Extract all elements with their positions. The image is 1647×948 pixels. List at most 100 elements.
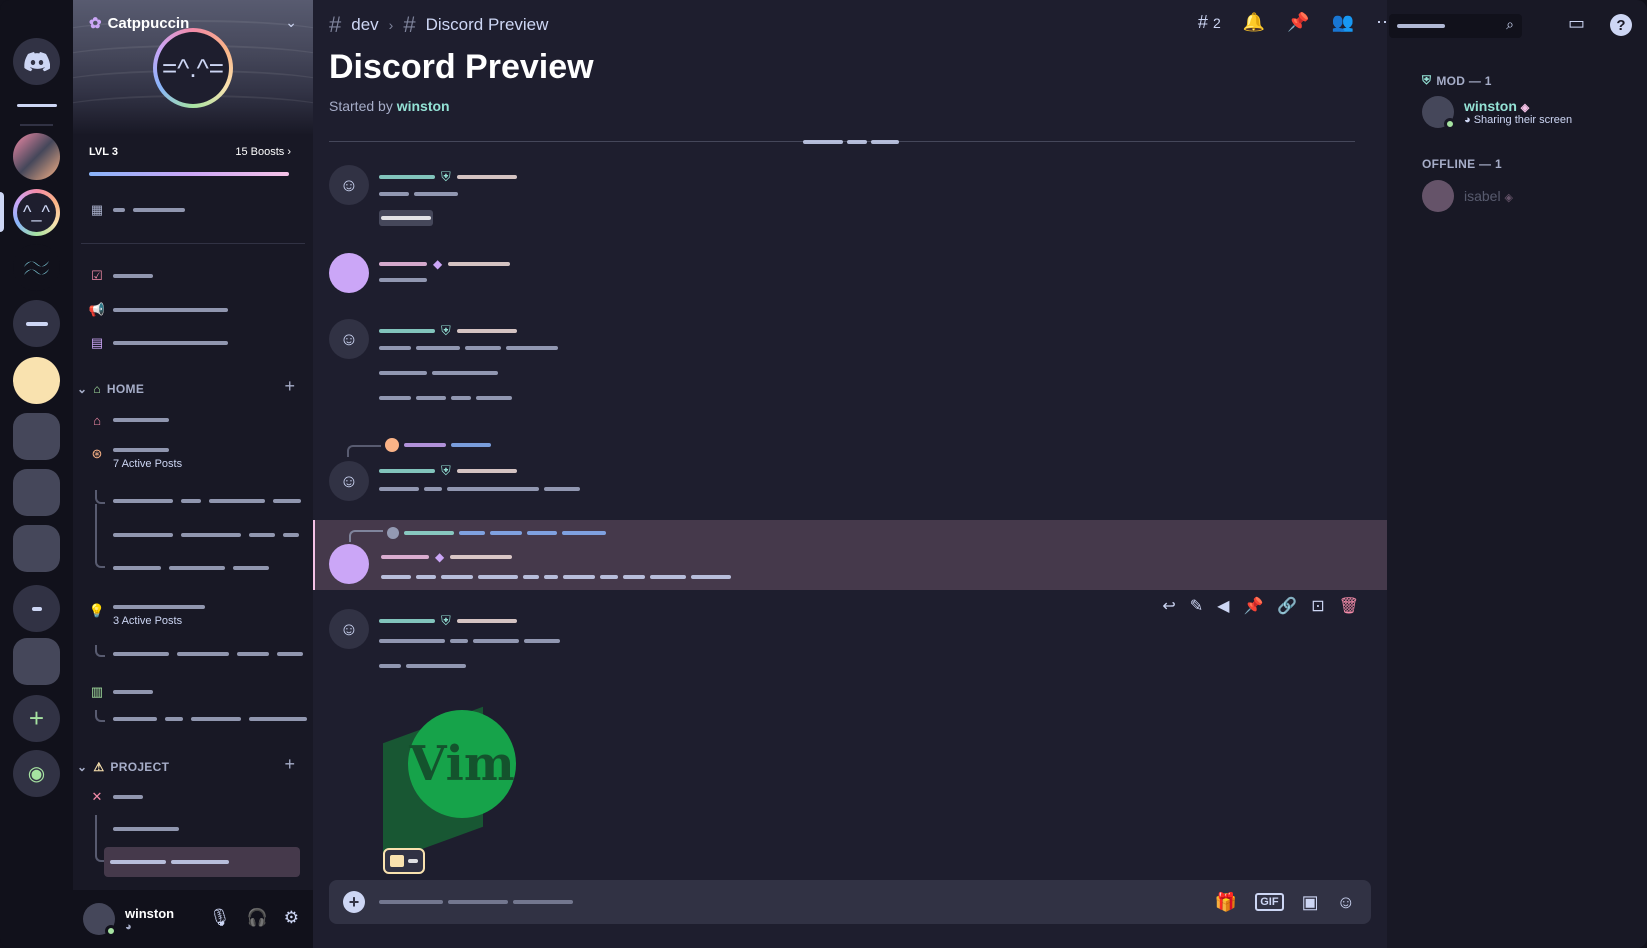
- member-group-title: OFFLINE — 1: [1422, 157, 1502, 171]
- breadcrumb-channel[interactable]: dev: [351, 15, 378, 35]
- forum-channel-1[interactable]: ⊛ 7 Active Posts: [89, 446, 183, 470]
- member-name: isabel: [1464, 188, 1501, 204]
- server-icon-catppuccin[interactable]: ^_^: [13, 189, 60, 236]
- headphones-icon[interactable]: 🎧: [247, 908, 268, 928]
- threads-button[interactable]: # 2: [1198, 12, 1221, 33]
- server-level: LVL 3: [89, 146, 118, 158]
- shield-icon: ⛨: [441, 323, 451, 338]
- thread-item[interactable]: [113, 717, 307, 721]
- post-started-by: Started by winston: [329, 98, 450, 114]
- edit-icon[interactable]: ✎: [1190, 596, 1203, 616]
- id-icon[interactable]: ⊡: [1311, 596, 1324, 616]
- thread-item-selected[interactable]: [104, 847, 300, 877]
- category-home[interactable]: ⌄ ⌂ HOME: [77, 382, 144, 396]
- sticker-icon[interactable]: ▣: [1302, 892, 1319, 913]
- breadcrumb-thread[interactable]: Discord Preview: [426, 15, 549, 35]
- server-folder-2[interactable]: [13, 469, 60, 516]
- server-icon-1[interactable]: [13, 133, 60, 180]
- chevron-down-icon[interactable]: ⌄: [285, 14, 297, 31]
- thread-item[interactable]: [113, 652, 303, 656]
- chevron-down-icon: ⌄: [77, 760, 88, 774]
- avatar: [1422, 96, 1456, 130]
- thread-item[interactable]: [113, 566, 269, 570]
- forum-active-posts: 3 Active Posts: [113, 615, 183, 627]
- server-folder-1[interactable]: [13, 413, 60, 460]
- avatar[interactable]: [329, 544, 369, 584]
- channel-rules[interactable]: ☑: [89, 268, 153, 284]
- calendar-icon: ▦: [90, 202, 104, 217]
- channel-sidebar: ✿ Catppuccin ⌄ =^.^= LVL 3 15 Boosts › ▦…: [73, 0, 313, 948]
- channel-announcements[interactable]: 📢: [89, 302, 228, 318]
- channel-stats[interactable]: ▥: [89, 684, 153, 700]
- reply-icon[interactable]: ↩: [1162, 596, 1175, 616]
- explore-servers-button[interactable]: ◉: [13, 750, 60, 797]
- bell-icon[interactable]: 🔔: [1243, 12, 1265, 33]
- rail-pill-placeholder: [17, 104, 57, 107]
- pin-icon[interactable]: 📌: [1287, 12, 1309, 33]
- avatar[interactable]: ☺: [329, 165, 369, 205]
- category-project[interactable]: ⌄ ⚠ PROJECT: [77, 760, 169, 774]
- channel-tools[interactable]: ✕: [89, 789, 143, 805]
- add-server-button[interactable]: +: [13, 695, 60, 742]
- avatar[interactable]: ☺: [329, 319, 369, 359]
- thread-icon: #: [403, 12, 416, 37]
- server-folder-3[interactable]: [13, 525, 60, 572]
- events-row[interactable]: ▦: [89, 202, 185, 218]
- home-button[interactable]: [13, 38, 60, 85]
- channel-home-general[interactable]: ⌂: [89, 412, 169, 428]
- add-channel-project-button[interactable]: +: [284, 754, 295, 775]
- add-attachment-button[interactable]: +: [343, 891, 365, 913]
- server-icon-9[interactable]: [13, 585, 60, 632]
- pin-icon[interactable]: 📌: [1243, 596, 1263, 616]
- rail-divider: [20, 124, 53, 126]
- category-label: PROJECT: [110, 760, 170, 774]
- server-icon-4[interactable]: [13, 300, 60, 347]
- server-folder-4[interactable]: [13, 638, 60, 685]
- post-title: Discord Preview: [329, 48, 594, 86]
- post-author[interactable]: winston: [397, 98, 450, 114]
- cat-icon: ^_^: [17, 193, 56, 232]
- link-icon[interactable]: 🔗: [1277, 596, 1297, 616]
- trash-icon[interactable]: 🗑: [1339, 596, 1359, 616]
- emoji-icon[interactable]: ☺: [1337, 892, 1355, 913]
- id-card-icon: ▤: [90, 335, 104, 350]
- forum-channel-2[interactable]: 💡 3 Active Posts: [89, 603, 205, 627]
- avatar[interactable]: [329, 253, 369, 293]
- vim-sticker[interactable]: Vim: [381, 705, 521, 864]
- boosts-link[interactable]: 15 Boosts ›: [235, 146, 291, 158]
- boosts-count: 15 Boosts: [235, 146, 285, 158]
- thread-item[interactable]: [113, 533, 299, 537]
- member-winston[interactable]: winston ◈ ◕ Sharing their screen: [1422, 96, 1573, 130]
- thread-item[interactable]: [113, 499, 301, 503]
- channel-directory[interactable]: ▤: [89, 335, 228, 351]
- compass-icon: ◉: [27, 763, 46, 785]
- message-highlighted[interactable]: ◆: [313, 520, 1387, 590]
- boost-progress-bar: [89, 172, 289, 176]
- gear-icon[interactable]: ⚙: [284, 908, 299, 928]
- server-icon-tailwind[interactable]: [13, 244, 60, 291]
- microphone-icon[interactable]: 🎙: [209, 908, 231, 928]
- server-icon-5[interactable]: [13, 357, 60, 404]
- member-isabel[interactable]: isabel ◈: [1422, 180, 1513, 212]
- avatar[interactable]: [83, 903, 117, 937]
- nitro-gem-icon: ◈: [1520, 102, 1530, 114]
- sunglasses-emoji-icon: [390, 855, 404, 867]
- avatar[interactable]: ☺: [329, 609, 369, 649]
- thread-item[interactable]: [113, 827, 179, 831]
- message-input[interactable]: [379, 900, 573, 904]
- reaction-chip[interactable]: [383, 848, 425, 874]
- reply-connector: [349, 530, 383, 542]
- user-panel: winston ◕ 🎙 🎧 ⚙: [73, 890, 313, 948]
- server-header[interactable]: ✿ Catppuccin: [89, 14, 189, 33]
- search-input[interactable]: ⌕: [1389, 14, 1522, 38]
- construction-icon: ⚠: [93, 760, 105, 774]
- inbox-icon[interactable]: ▭: [1568, 13, 1585, 34]
- avatar[interactable]: ☺: [329, 461, 369, 501]
- help-icon[interactable]: ?: [1610, 14, 1632, 36]
- gif-button[interactable]: GIF: [1255, 893, 1284, 911]
- members-icon[interactable]: 👥: [1332, 12, 1354, 33]
- add-channel-home-button[interactable]: +: [284, 376, 295, 397]
- member-status: Sharing their screen: [1473, 114, 1573, 126]
- forward-icon[interactable]: ◀: [1217, 596, 1229, 616]
- gift-icon[interactable]: 🎁: [1215, 892, 1237, 913]
